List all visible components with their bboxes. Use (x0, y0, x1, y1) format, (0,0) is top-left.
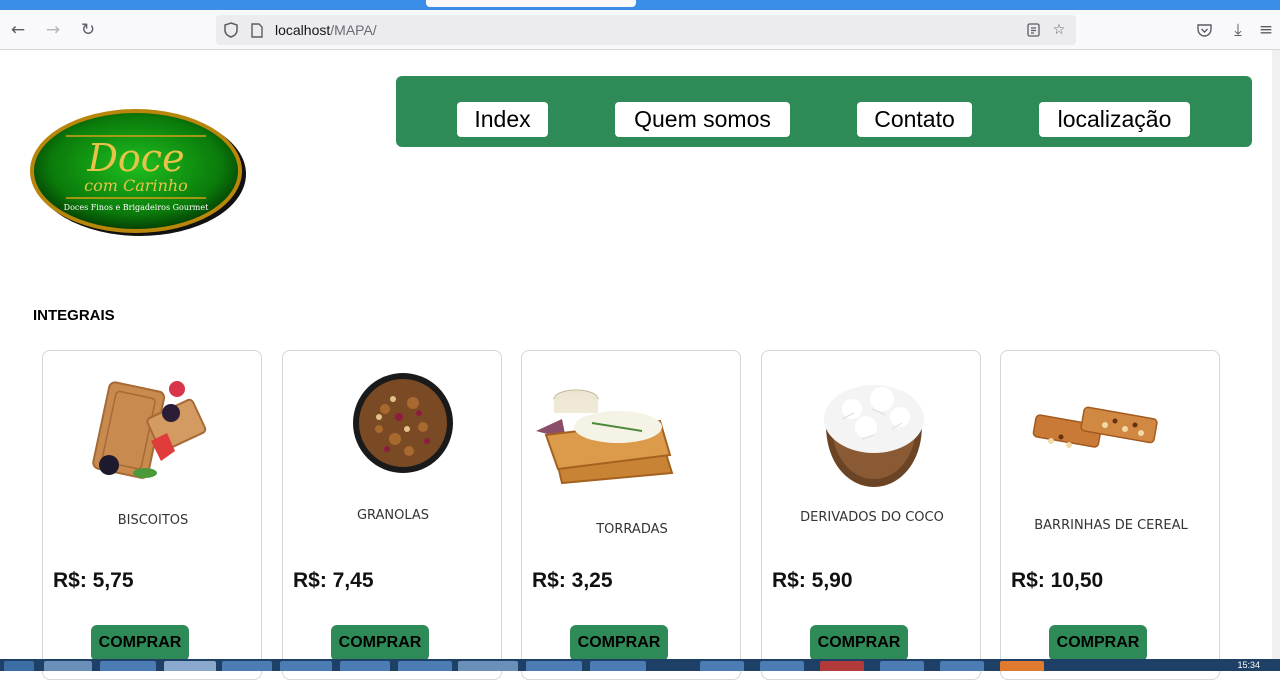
product-name: DERIVADOS DO COCO (800, 510, 944, 525)
taskbar-clock: 15:34 (1237, 660, 1260, 670)
browser-toolbar: ← → ↻ localhost/MAPA/ ☆ ⤓ ≡ (0, 10, 1280, 50)
taskbar-item[interactable] (820, 661, 864, 671)
buy-button[interactable]: COMPRAR (91, 625, 189, 661)
biscoitos-image (83, 369, 223, 489)
buy-button[interactable]: COMPRAR (331, 625, 429, 661)
taskbar-item[interactable] (398, 661, 452, 671)
taskbar-item[interactable] (880, 661, 924, 671)
buy-button[interactable]: COMPRAR (570, 625, 668, 661)
section-title: INTEGRAIS (33, 307, 115, 324)
menu-item-contato[interactable]: Contato (857, 102, 972, 137)
product-price: R$: 7,45 (293, 569, 374, 592)
active-tab[interactable] (426, 0, 636, 7)
product-name: BISCOITOS (117, 513, 189, 528)
granolas-image (323, 369, 463, 489)
taskbar-item[interactable] (100, 661, 156, 671)
taskbar-item[interactable] (280, 661, 332, 671)
menu-item-localizacao[interactable]: localização (1039, 102, 1190, 137)
download-icon[interactable]: ⤓ (1226, 18, 1250, 42)
taskbar-item[interactable] (164, 661, 216, 671)
url-text[interactable]: localhost/MAPA/ (275, 22, 377, 38)
product-card: BARRINHAS DE CEREAL R$: 10,50 COMPRAR (1000, 350, 1220, 680)
coco-image (802, 369, 942, 489)
torradas-image (532, 369, 692, 489)
reader-icon[interactable] (1024, 21, 1042, 39)
back-icon[interactable]: ← (6, 18, 30, 42)
taskbar-item[interactable] (700, 661, 744, 671)
product-card: TORRADAS R$: 3,25 COMPRAR (521, 350, 741, 680)
buy-button[interactable]: COMPRAR (810, 625, 908, 661)
taskbar-item[interactable] (940, 661, 984, 671)
logo-subtitle: com Carinho (84, 176, 188, 195)
main-menu: Index Quem somos Contato localização (396, 76, 1252, 147)
pocket-icon[interactable] (1192, 18, 1216, 42)
product-card: BISCOITOS R$: 5,75 COMPRAR (42, 350, 262, 680)
taskbar-item[interactable] (44, 661, 92, 671)
bookmark-star-icon[interactable]: ☆ (1050, 21, 1068, 39)
logo-title: Doce (86, 136, 184, 180)
barrinhas-image (1021, 369, 1171, 489)
menu-icon[interactable]: ≡ (1254, 18, 1278, 42)
start-button[interactable] (4, 661, 34, 671)
site-logo[interactable]: Doce com Carinho Doces Finos e Brigadeir… (28, 106, 248, 238)
buy-button[interactable]: COMPRAR (1049, 625, 1147, 661)
taskbar-item[interactable] (222, 661, 272, 671)
page-icon (248, 21, 266, 39)
product-name: BARRINHAS DE CEREAL (1034, 518, 1188, 533)
product-name: GRANOLAS (356, 508, 430, 523)
url-bar[interactable]: localhost/MAPA/ ☆ (216, 15, 1076, 45)
product-card: GRANOLAS R$: 7,45 COMPRAR (282, 350, 502, 680)
taskbar-item[interactable] (526, 661, 582, 671)
taskbar-item[interactable] (590, 661, 646, 671)
product-card: DERIVADOS DO COCO R$: 5,90 COMPRAR (761, 350, 981, 680)
product-price: R$: 3,25 (532, 569, 613, 592)
product-name: TORRADAS (596, 522, 668, 537)
logo-tagline: Doces Finos e Brigadeiros Gourmet (64, 203, 209, 212)
browser-titlebar (0, 0, 1280, 10)
taskbar-item[interactable] (760, 661, 804, 671)
taskbar-item[interactable] (458, 661, 518, 671)
product-price: R$: 5,75 (53, 569, 134, 592)
taskbar-item[interactable] (340, 661, 390, 671)
product-price: R$: 5,90 (772, 569, 853, 592)
reload-icon[interactable]: ↻ (76, 18, 100, 42)
menu-item-index[interactable]: Index (457, 102, 548, 137)
scrollbar[interactable] (1272, 50, 1280, 659)
forward-icon[interactable]: → (41, 18, 65, 42)
shield-icon[interactable] (222, 21, 240, 39)
menu-item-quem-somos[interactable]: Quem somos (615, 102, 790, 137)
product-price: R$: 10,50 (1011, 569, 1104, 592)
taskbar-item[interactable] (1000, 661, 1044, 671)
